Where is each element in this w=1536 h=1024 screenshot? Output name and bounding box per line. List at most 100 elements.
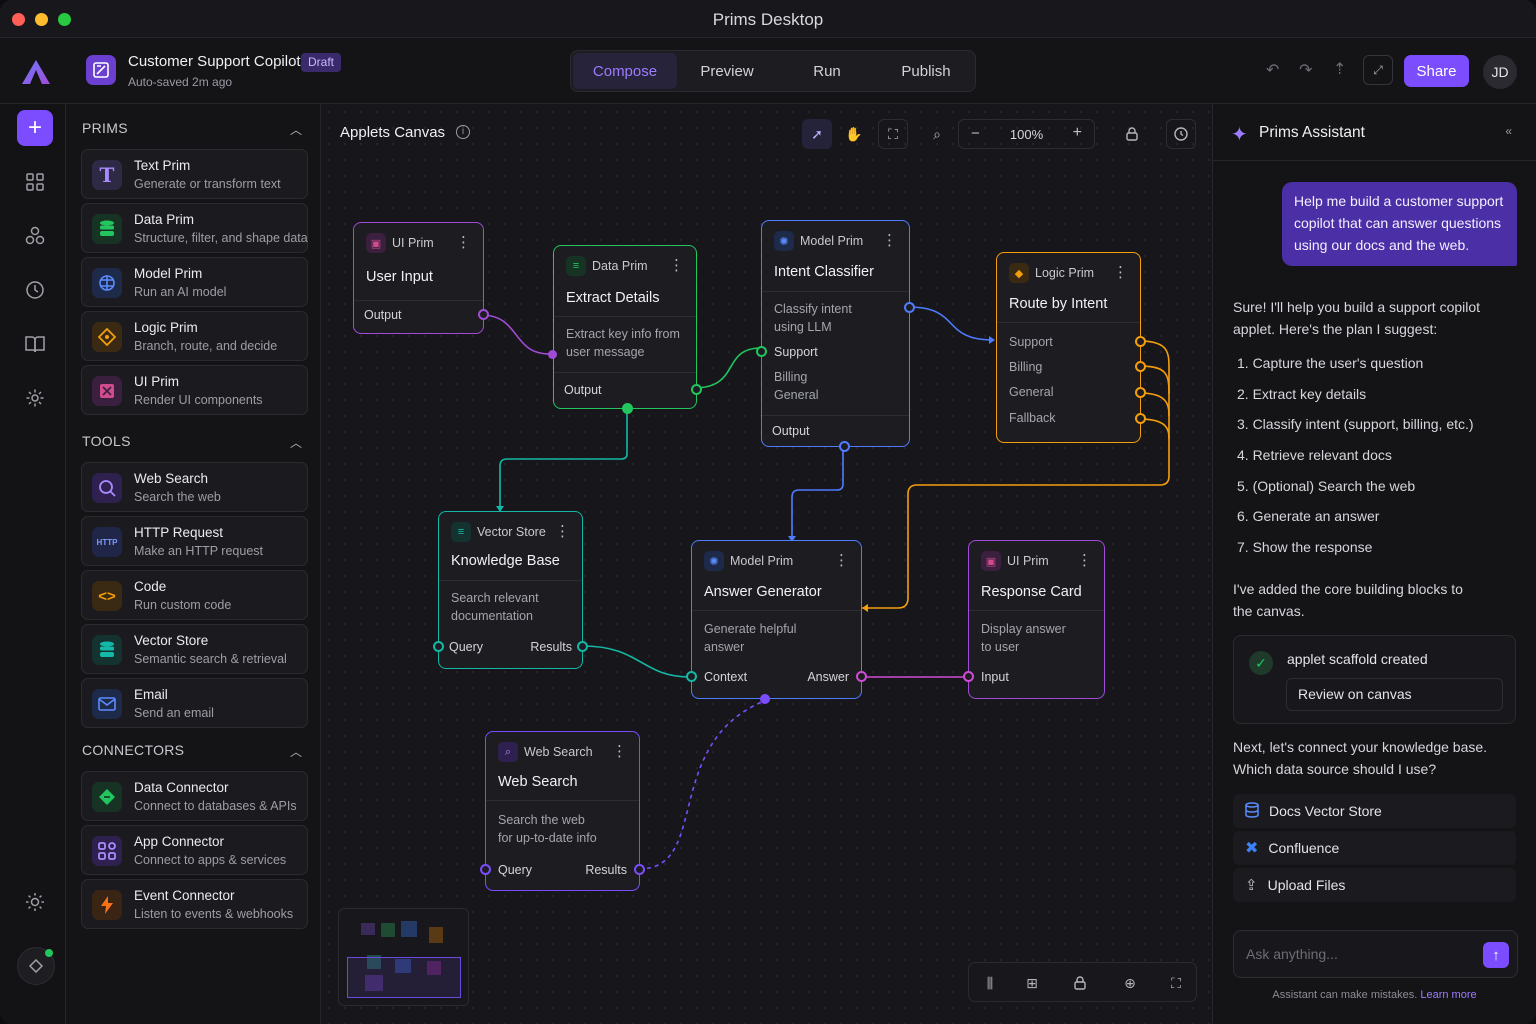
export-icon[interactable]: ⇡	[1333, 59, 1346, 79]
node-description: Classify intent	[774, 302, 852, 316]
output-port-billing[interactable]	[1135, 361, 1146, 372]
components-icon[interactable]	[17, 218, 53, 254]
chevron-up-icon[interactable]: ︿	[290, 121, 302, 138]
input-port[interactable]	[433, 641, 444, 652]
more-options-icon[interactable]: ⋮	[612, 742, 627, 760]
applets-canvas[interactable]: Applets Canvas i ➚ ✋ ⛶ ⌕ − 100% + ▣ UI P…	[321, 104, 1212, 1024]
library-item-web-search[interactable]: Web Search Search the web	[81, 462, 308, 512]
tab-preview[interactable]: Preview	[677, 53, 777, 89]
more-options-icon[interactable]: ⋮	[456, 233, 471, 251]
library-item-code[interactable]: <> Code Run custom code	[81, 570, 308, 620]
node-response-card[interactable]: ▣ UI Prim ⋮ Response Card Display answer …	[963, 540, 1105, 699]
library-item-vector-store[interactable]: Vector Store Semantic search & retrieval	[81, 624, 308, 674]
settings-icon[interactable]	[17, 380, 53, 416]
output-port-fallback[interactable]	[1135, 413, 1146, 424]
output-port-support[interactable]	[1135, 336, 1146, 347]
option-docs-vector-store[interactable]: Docs Vector Store	[1233, 794, 1516, 828]
minimap-viewport[interactable]	[347, 957, 461, 998]
book-icon[interactable]	[17, 326, 53, 362]
input-port[interactable]	[756, 346, 767, 357]
theme-sun-icon[interactable]	[17, 884, 53, 920]
output-port[interactable]	[856, 671, 867, 682]
node-description: Search relevant	[451, 591, 539, 605]
fullscreen-icon[interactable]: ⛶	[1161, 968, 1191, 998]
library-item-text-prim[interactable]: T Text Prim Generate or transform text	[81, 149, 308, 199]
target-icon[interactable]: ⊕	[1115, 968, 1145, 998]
port-label: Input	[981, 670, 1009, 684]
more-options-icon[interactable]: ⋮	[669, 256, 684, 274]
mode-tabs: Compose Preview Run Publish	[570, 50, 976, 92]
output-port[interactable]	[634, 864, 645, 875]
send-arrow-icon[interactable]: ↑	[1483, 942, 1509, 968]
chevron-up-icon[interactable]: ︿	[290, 743, 302, 760]
chat-input-box[interactable]: Ask anything... ↑	[1233, 930, 1518, 978]
edge-extract-kb	[499, 412, 628, 508]
add-button[interactable]: +	[17, 110, 53, 146]
output-port[interactable]	[691, 384, 702, 395]
node-web-search[interactable]: ⌕ Web Search ⋮ Web Search Search the web …	[480, 731, 645, 891]
node-extract-details[interactable]: ≡ Data Prim ⋮ Extract Details Extract key…	[548, 245, 702, 414]
output-port[interactable]	[577, 641, 588, 652]
library-item-email[interactable]: Email Send an email	[81, 678, 308, 728]
minimap[interactable]	[338, 908, 469, 1006]
tab-run[interactable]: Run	[777, 53, 877, 89]
library-item-ui-prim[interactable]: UI Prim Render UI components	[81, 365, 308, 415]
tab-publish[interactable]: Publish	[877, 53, 975, 89]
node-route-by-intent[interactable]: ◆ Logic Prim ⋮ Route by Intent Support Bi…	[996, 252, 1146, 443]
input-port[interactable]	[548, 350, 557, 359]
history-icon[interactable]	[17, 272, 53, 308]
library-item-data-connector[interactable]: Data Connector Connect to databases & AP…	[81, 771, 308, 821]
input-port[interactable]	[760, 694, 770, 704]
status-icon[interactable]	[17, 947, 55, 985]
node-answer-generator[interactable]: ✺ Model Prim ⋮ Answer Generator Generate …	[686, 540, 867, 704]
code-icon: <>	[92, 581, 122, 611]
redo-icon[interactable]: ↷	[1299, 60, 1312, 80]
more-options-icon[interactable]: ⋮	[555, 522, 570, 540]
output-port[interactable]	[904, 302, 915, 313]
more-options-icon[interactable]: ⋮	[1077, 551, 1092, 569]
tab-compose[interactable]: Compose	[573, 53, 677, 89]
item-subtitle: Run an AI model	[134, 285, 227, 299]
node-user-input[interactable]: ▣ UI Prim ⋮ User Input Output	[353, 222, 489, 334]
option-confluence[interactable]: ✖ Confluence	[1233, 831, 1516, 865]
input-port[interactable]	[480, 864, 491, 875]
library-panel: PRIMS ︿ T Text Prim Generate or transfor…	[66, 104, 321, 1024]
share-button[interactable]: Share	[1404, 55, 1469, 87]
port-label: Fallback	[1009, 411, 1056, 425]
fit-screen-icon[interactable]: ⤢	[1363, 55, 1393, 85]
undo-icon[interactable]: ↶	[1266, 60, 1279, 80]
output-port[interactable]	[478, 309, 489, 320]
node-title: Knowledge Base	[451, 553, 560, 569]
grid-icon[interactable]	[17, 164, 53, 200]
align-icon[interactable]: ⫼	[975, 968, 1005, 998]
more-options-icon[interactable]: ⋮	[834, 551, 849, 569]
layout-grid-icon[interactable]: ⊞	[1017, 968, 1047, 998]
chevron-up-icon[interactable]: ︿	[290, 434, 302, 451]
output-port[interactable]	[622, 403, 633, 414]
library-item-data-prim[interactable]: Data Prim Structure, filter, and shape d…	[81, 203, 308, 253]
node-type: Model Prim	[730, 554, 794, 568]
learn-more-link[interactable]: Learn more	[1420, 989, 1476, 1001]
more-options-icon[interactable]: ⋮	[1113, 263, 1128, 281]
input-port[interactable]	[686, 671, 697, 682]
review-on-canvas-button[interactable]: Review on canvas	[1286, 678, 1503, 711]
library-item-model-prim[interactable]: Model Prim Run an AI model	[81, 257, 308, 307]
library-item-http-request[interactable]: HTTP HTTP Request Make an HTTP request	[81, 516, 308, 566]
node-knowledge-base[interactable]: ≡ Vector Store ⋮ Knowledge Base Search re…	[433, 511, 588, 669]
library-item-event-connector[interactable]: Event Connector Listen to events & webho…	[81, 879, 308, 929]
divider	[554, 316, 696, 317]
lock-icon[interactable]	[1065, 968, 1095, 998]
node-type: Model Prim	[800, 234, 864, 248]
output-port-general[interactable]	[1135, 387, 1146, 398]
node-intent-classifier[interactable]: ✺ Model Prim ⋮ Intent Classifier Classify…	[756, 220, 915, 452]
avatar[interactable]: JD	[1483, 55, 1517, 89]
project-name[interactable]: Customer Support Copilot	[128, 53, 301, 70]
library-item-logic-prim[interactable]: Logic Prim Branch, route, and decide	[81, 311, 308, 361]
collapse-icon[interactable]: «	[1505, 124, 1512, 138]
option-upload-files[interactable]: ⇪ Upload Files	[1233, 868, 1516, 902]
library-item-app-connector[interactable]: App Connector Connect to apps & services	[81, 825, 308, 875]
output-port[interactable]	[839, 441, 850, 452]
more-options-icon[interactable]: ⋮	[882, 231, 897, 249]
input-port[interactable]	[963, 671, 974, 682]
chat-input[interactable]: Ask anything...	[1246, 946, 1338, 962]
